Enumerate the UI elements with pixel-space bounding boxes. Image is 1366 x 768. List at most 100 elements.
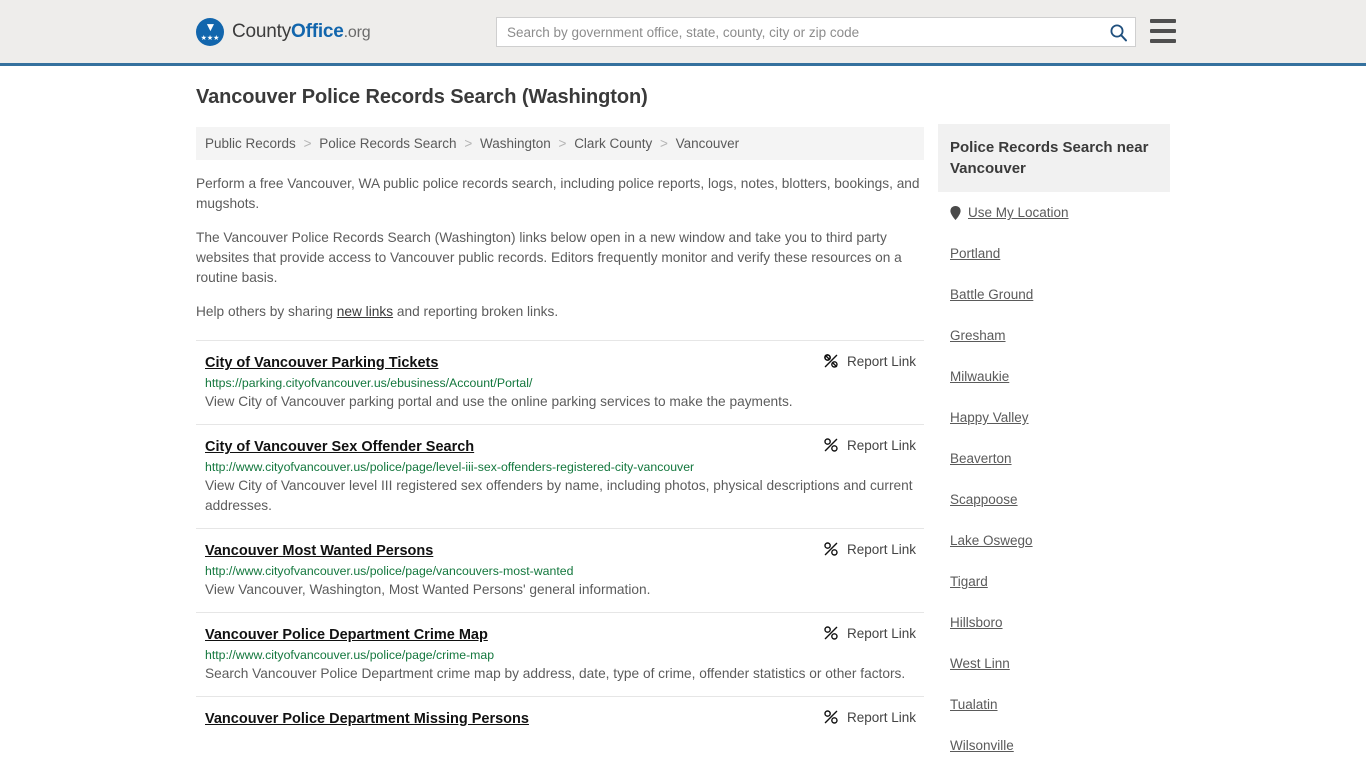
city-link[interactable]: Hillsboro: [950, 615, 1003, 630]
report-link-button[interactable]: Report Link: [823, 625, 916, 641]
city-link[interactable]: West Linn: [950, 656, 1010, 671]
menu-bar-1: [1150, 19, 1176, 23]
city-link[interactable]: Happy Valley: [950, 410, 1029, 425]
breadcrumb-item-public-records[interactable]: Public Records: [205, 136, 296, 151]
new-links-link[interactable]: new links: [337, 304, 393, 319]
intro-paragraph-1: Perform a free Vancouver, WA public poli…: [196, 176, 920, 211]
report-link-label: Report Link: [846, 541, 916, 557]
report-link-button[interactable]: Report Link: [823, 709, 916, 725]
sidebar: Police Records Search near Vancouver Use…: [938, 124, 1170, 768]
city-link[interactable]: Tualatin: [950, 697, 998, 712]
breadcrumb-separator: >: [464, 136, 473, 151]
search-bar: [496, 17, 1136, 47]
sidebar-item-lake-oswego[interactable]: Lake Oswego: [950, 520, 1158, 561]
result-description: View Vancouver, Washington, Most Wanted …: [205, 582, 651, 597]
sidebar-item-use-my-location[interactable]: Use My Location: [950, 192, 1158, 233]
sidebar-item-beaverton[interactable]: Beaverton: [950, 438, 1158, 479]
result-url: http://www.cityofvancouver.us/police/pag…: [205, 564, 574, 578]
breadcrumb: Public Records > Police Records Search >…: [196, 127, 924, 160]
report-link-label: Report Link: [846, 709, 916, 725]
search-input[interactable]: [497, 18, 1101, 46]
search-button[interactable]: [1101, 18, 1135, 46]
result-title-link[interactable]: Vancouver Police Department Crime Map: [205, 627, 488, 643]
site-logo[interactable]: ▼ ★★★ CountyOffice.org: [196, 18, 371, 46]
broken-link-icon: [824, 710, 838, 724]
sidebar-item-scappoose[interactable]: Scappoose: [950, 479, 1158, 520]
intro-share-suffix: and reporting broken links.: [393, 304, 559, 319]
sidebar-item-portland[interactable]: Portland: [950, 233, 1158, 274]
city-link[interactable]: Portland: [950, 246, 1000, 261]
eagle-seal-icon: ▼ ★★★: [196, 18, 224, 46]
city-link[interactable]: Milwaukie: [950, 369, 1009, 384]
sidebar-item-hillsboro[interactable]: Hillsboro: [950, 602, 1158, 643]
sidebar-item-west-linn[interactable]: West Linn: [950, 643, 1158, 684]
use-my-location-link[interactable]: Use My Location: [968, 205, 1069, 220]
broken-link-icon: [824, 354, 838, 368]
sidebar-item-milwaukie[interactable]: Milwaukie: [950, 356, 1158, 397]
report-link-button[interactable]: Report Link: [823, 437, 916, 453]
city-link[interactable]: Gresham: [950, 328, 1006, 343]
result-title-link[interactable]: City of Vancouver Parking Tickets: [205, 355, 438, 371]
sidebar-nearby-list: Use My Location Portland Battle Ground G…: [938, 192, 1170, 766]
page-body: Vancouver Police Records Search (Washing…: [0, 66, 1366, 753]
city-link[interactable]: Wilsonville: [950, 738, 1014, 753]
menu-bar-3: [1150, 39, 1176, 43]
city-link[interactable]: Battle Ground: [950, 287, 1033, 302]
sidebar-item-battle-ground[interactable]: Battle Ground: [950, 274, 1158, 315]
breadcrumb-item-clark-county[interactable]: Clark County: [574, 136, 652, 151]
result-url: https://parking.cityofvancouver.us/ebusi…: [205, 376, 533, 390]
sidebar-item-tualatin[interactable]: Tualatin: [950, 684, 1158, 725]
result-title-link[interactable]: City of Vancouver Sex Offender Search: [205, 439, 474, 455]
city-link[interactable]: Scappoose: [950, 492, 1018, 507]
logo-text: CountyOffice.org: [232, 21, 371, 43]
intro-share-prefix: Help others by sharing: [196, 304, 337, 319]
breadcrumb-separator: >: [303, 136, 312, 151]
intro-paragraph-3: Help others by sharing new links and rep…: [196, 302, 924, 322]
intro-paragraph-2: The Vancouver Police Records Search (Was…: [196, 230, 902, 285]
result-item: Vancouver Most Wanted Persons http://www…: [196, 528, 924, 612]
map-pin-icon: [950, 205, 961, 220]
page-title: Vancouver Police Records Search (Washing…: [196, 86, 648, 108]
result-item: Vancouver Police Department Crime Map ht…: [196, 612, 924, 696]
result-title-link[interactable]: Vancouver Police Department Missing Pers…: [205, 711, 529, 727]
menu-bar-2: [1150, 29, 1176, 33]
breadcrumb-item-police-records-search[interactable]: Police Records Search: [319, 136, 456, 151]
report-link-label: Report Link: [846, 625, 916, 641]
breadcrumb-item-vancouver[interactable]: Vancouver: [676, 136, 740, 151]
intro-text: Perform a free Vancouver, WA public poli…: [196, 174, 924, 322]
result-description: View City of Vancouver parking portal an…: [205, 394, 793, 409]
result-description: View City of Vancouver level III registe…: [205, 478, 913, 513]
result-url: http://www.cityofvancouver.us/police/pag…: [205, 648, 495, 662]
logo-text-county: County: [232, 21, 292, 42]
magnifier-icon: [1110, 24, 1127, 41]
sidebar-nearby-heading: Police Records Search near Vancouver: [938, 124, 1170, 192]
report-link-button[interactable]: Report Link: [823, 541, 916, 557]
report-link-label: Report Link: [846, 437, 916, 453]
result-description: Search Vancouver Police Department crime…: [205, 666, 906, 681]
sidebar-item-tigard[interactable]: Tigard: [950, 561, 1158, 602]
report-link-button[interactable]: Report Link: [823, 353, 916, 369]
sidebar-item-wilsonville[interactable]: Wilsonville: [950, 725, 1158, 766]
result-item: City of Vancouver Sex Offender Search ht…: [196, 424, 924, 528]
sidebar-item-gresham[interactable]: Gresham: [950, 315, 1158, 356]
logo-text-org: .org: [343, 24, 371, 41]
result-title-link[interactable]: Vancouver Most Wanted Persons: [205, 543, 433, 559]
sidebar-item-happy-valley[interactable]: Happy Valley: [950, 397, 1158, 438]
breadcrumb-separator: >: [558, 136, 567, 151]
result-url: http://www.cityofvancouver.us/police/pag…: [205, 460, 695, 474]
site-header: ▼ ★★★ CountyOffice.org: [0, 0, 1366, 66]
city-link[interactable]: Lake Oswego: [950, 533, 1033, 548]
main-content: Vancouver Police Records Search (Washing…: [196, 86, 924, 744]
broken-link-icon: [824, 626, 838, 640]
result-item: City of Vancouver Parking Tickets https:…: [196, 340, 924, 424]
broken-link-icon: [824, 542, 838, 556]
city-link[interactable]: Tigard: [950, 574, 988, 589]
breadcrumb-separator: >: [659, 136, 668, 151]
city-link[interactable]: Beaverton: [950, 451, 1012, 466]
logo-text-office: Office: [291, 21, 344, 42]
report-link-label: Report Link: [846, 353, 916, 369]
breadcrumb-item-washington[interactable]: Washington: [480, 136, 551, 151]
hamburger-menu-icon[interactable]: [1150, 19, 1176, 43]
broken-link-icon: [824, 438, 838, 452]
result-item: Vancouver Police Department Missing Pers…: [196, 696, 924, 744]
